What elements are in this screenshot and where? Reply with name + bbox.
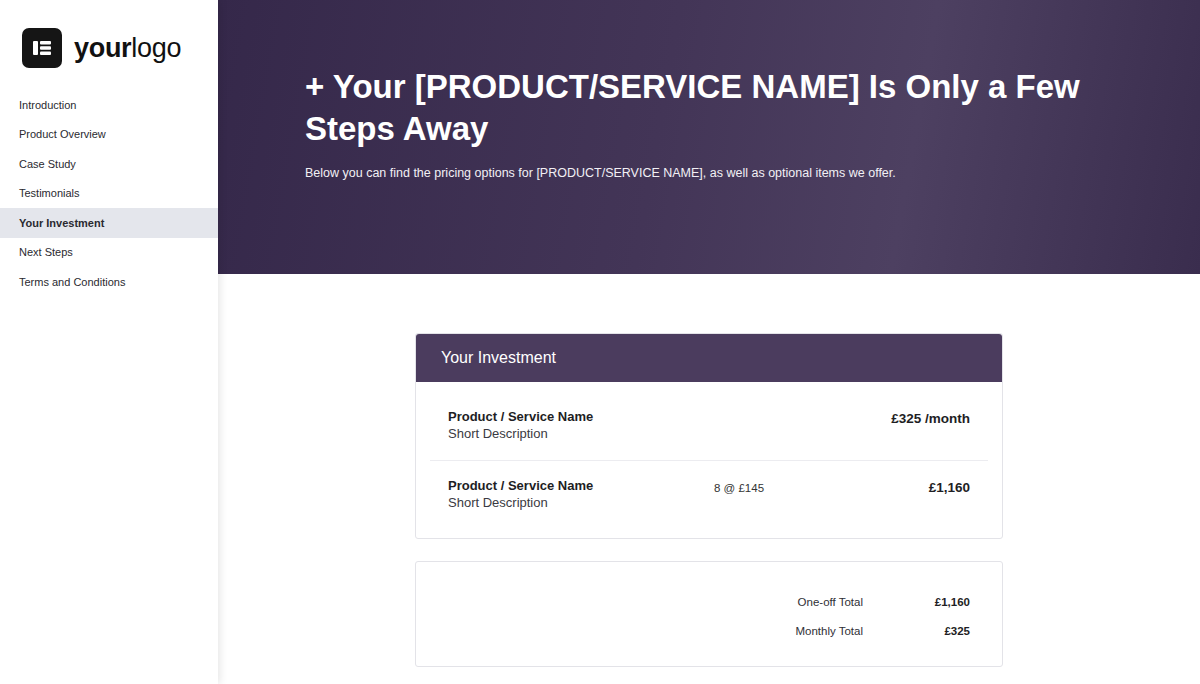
sidebar-nav: IntroductionProduct OverviewCase StudyTe… — [0, 90, 218, 297]
item-name: Product / Service Name — [448, 478, 714, 494]
line-item: Product / Service NameShort Description8… — [430, 460, 988, 538]
total-label: One-off Total — [798, 594, 863, 611]
sidebar-item[interactable]: Introduction — [0, 90, 218, 120]
item-quantity-empty — [714, 409, 891, 411]
hero-banner: + Your [PRODUCT/SERVICE NAME] Is Only a … — [218, 0, 1200, 274]
logo-icon — [22, 28, 62, 68]
item-info: Product / Service NameShort Description — [448, 478, 714, 512]
item-price: £325 /month — [891, 409, 970, 429]
investment-title: Your Investment — [416, 334, 1002, 382]
sidebar-item[interactable]: Product Overview — [0, 120, 218, 150]
total-value: £1,160 — [863, 594, 970, 611]
total-row: Monthly Total£325 — [416, 617, 970, 646]
total-value: £325 — [863, 623, 970, 640]
investment-card: Your InvestmentProduct / Service NameSho… — [415, 333, 1003, 539]
sidebar-item[interactable]: Testimonials — [0, 179, 218, 209]
sidebar-item[interactable]: Terms and Conditions — [0, 267, 218, 297]
logo-part: your — [74, 33, 131, 63]
hero-title: + Your [PRODUCT/SERVICE NAME] Is Only a … — [305, 66, 1125, 150]
investment-items: Product / Service NameShort Description£… — [416, 382, 1002, 538]
hero-subtitle: Below you can find the pricing options f… — [305, 164, 1160, 183]
total-row: One-off Total£1,160 — [416, 588, 970, 617]
totals-card: One-off Total£1,160Monthly Total£325 — [415, 561, 1003, 667]
item-quantity: 8 @ £145 — [714, 478, 929, 497]
item-price: £1,160 — [929, 478, 970, 498]
logo-text: yourlogo — [74, 35, 181, 62]
item-info: Product / Service NameShort Description — [448, 409, 714, 443]
sidebar-item[interactable]: Your Investment — [0, 208, 218, 238]
logo-part: logo — [131, 33, 181, 63]
logo[interactable]: yourlogo — [0, 0, 218, 68]
item-name: Product / Service Name — [448, 409, 714, 425]
content: Your InvestmentProduct / Service NameSho… — [218, 274, 1200, 667]
item-description: Short Description — [448, 425, 714, 443]
sidebar-item[interactable]: Case Study — [0, 149, 218, 179]
main-area: + Your [PRODUCT/SERVICE NAME] Is Only a … — [218, 0, 1200, 684]
sidebar: yourlogo IntroductionProduct OverviewCase… — [0, 0, 218, 684]
sidebar-item[interactable]: Next Steps — [0, 238, 218, 268]
item-description: Short Description — [448, 494, 714, 512]
line-item: Product / Service NameShort Description £… — [430, 382, 988, 460]
total-label: Monthly Total — [795, 623, 863, 640]
